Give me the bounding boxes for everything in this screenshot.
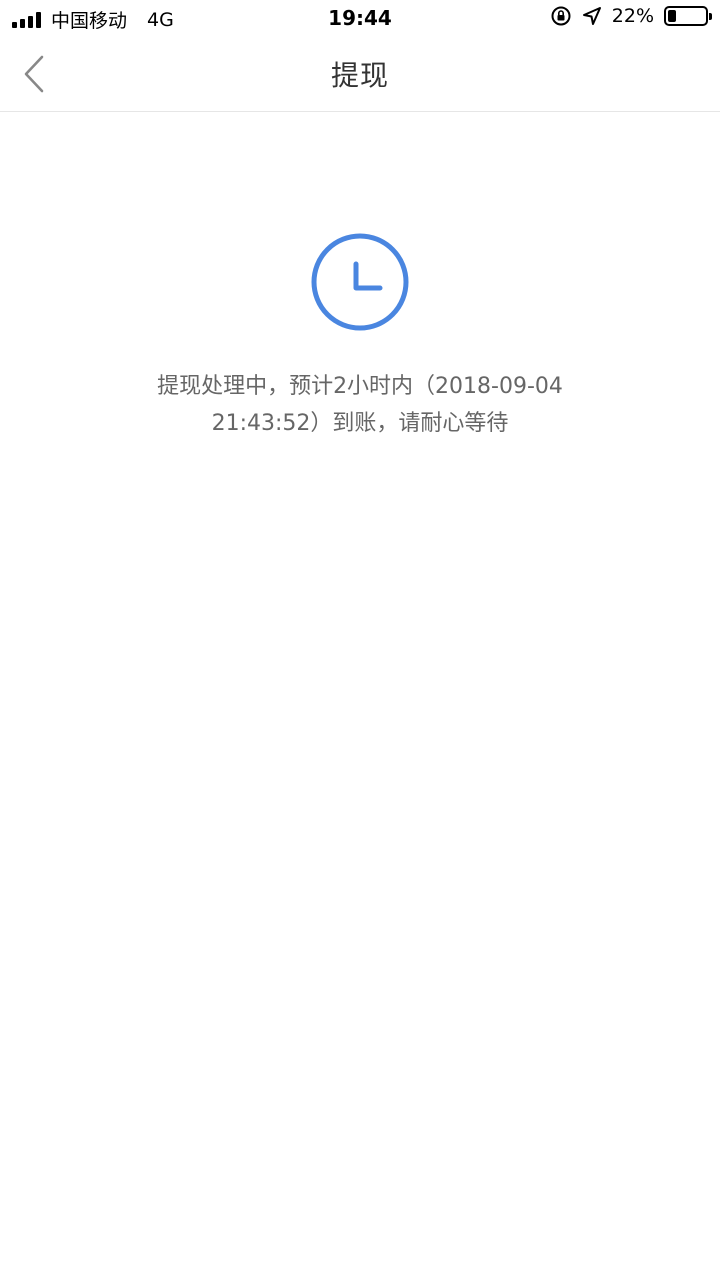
battery-fill bbox=[668, 10, 676, 22]
battery-icon bbox=[664, 6, 712, 26]
chevron-left-icon bbox=[24, 55, 44, 93]
status-bar-right: 22% bbox=[550, 5, 712, 27]
back-button[interactable] bbox=[22, 52, 70, 96]
status-bar: 中国移动 4G 19:44 22% bbox=[0, 0, 720, 36]
orientation-lock-icon bbox=[551, 6, 571, 26]
clock-icon-wrap bbox=[310, 232, 410, 332]
withdraw-status: 提现处理中，预计2小时内（2018-09-04 21:43:52）到账，请耐心等… bbox=[0, 112, 720, 442]
battery-percent: 22% bbox=[611, 5, 654, 27]
location-arrow-icon bbox=[582, 7, 601, 25]
clock-icon bbox=[311, 233, 409, 331]
page-title: 提现 bbox=[330, 58, 389, 92]
status-message: 提现处理中，预计2小时内（2018-09-04 21:43:52）到账，请耐心等… bbox=[157, 374, 563, 436]
nav-bar: 提现 bbox=[0, 36, 720, 112]
